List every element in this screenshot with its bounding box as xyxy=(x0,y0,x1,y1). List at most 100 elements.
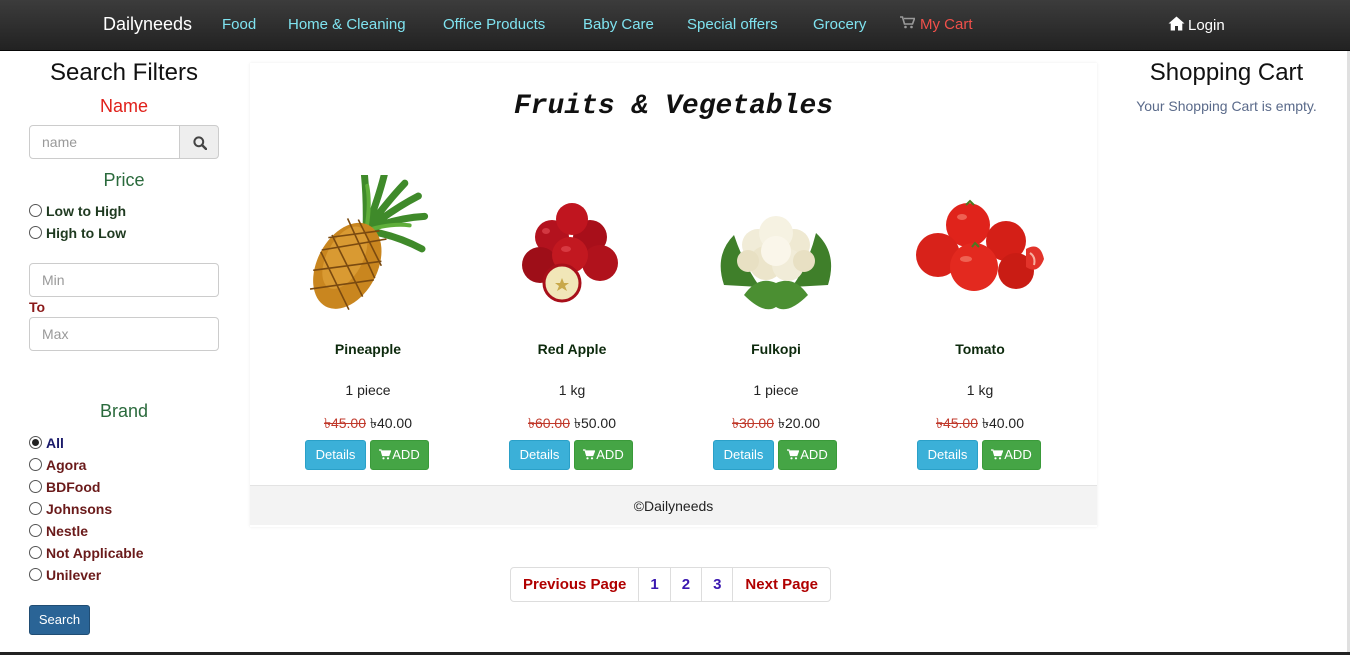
product-price: ৳30.00 ৳20.00 xyxy=(674,412,878,436)
product-card: Red Apple 1 kg ৳60.00 ৳50.00 Details ADD xyxy=(470,175,674,475)
nav-link-my-cart[interactable]: My Cart xyxy=(900,16,973,33)
cart-icon xyxy=(787,442,800,470)
current-price: ৳20.00 xyxy=(778,415,821,431)
radio-button[interactable] xyxy=(29,502,42,515)
radio-button[interactable] xyxy=(29,568,42,581)
panel-footer: ©Dailyneeds xyxy=(250,485,1097,525)
current-price: ৳40.00 xyxy=(982,415,1025,431)
min-price-input[interactable] xyxy=(29,263,219,297)
name-filter-heading: Name xyxy=(99,96,148,116)
name-search-input[interactable] xyxy=(29,125,180,159)
details-button[interactable]: Details xyxy=(305,440,366,470)
details-button[interactable]: Details xyxy=(713,440,774,470)
name-search-button[interactable] xyxy=(179,125,219,159)
nav-link-home-cleaning[interactable]: Home & Cleaning xyxy=(288,16,406,33)
old-price: ৳60.00 xyxy=(527,415,570,431)
page-link-1[interactable]: 1 xyxy=(638,568,669,601)
previous-page-link[interactable]: Previous Page xyxy=(511,568,638,601)
product-quantity: 1 piece xyxy=(753,382,799,398)
nav-link-special-offers[interactable]: Special offers xyxy=(687,16,778,33)
brand-filter-heading: Brand xyxy=(99,401,149,421)
nav-link-login[interactable]: Login xyxy=(1168,16,1225,35)
product-name[interactable]: Fulkopi xyxy=(674,341,878,357)
add-label: ADD xyxy=(392,447,420,462)
home-icon xyxy=(1168,16,1185,35)
product-price: ৳60.00 ৳50.00 xyxy=(470,412,674,436)
product-card: Pineapple 1 piece ৳45.00 ৳40.00 Details A… xyxy=(266,175,470,475)
product-quantity: 1 piece xyxy=(345,382,391,398)
page-link-2[interactable]: 2 xyxy=(669,568,701,601)
cart-icon xyxy=(583,442,596,470)
radio-button[interactable] xyxy=(29,524,42,537)
product-quantity: 1 kg xyxy=(558,382,586,398)
product-quantity: 1 kg xyxy=(966,382,994,398)
brand-logo-link[interactable]: Dailyneeds xyxy=(103,14,192,35)
my-cart-label: My Cart xyxy=(920,16,973,33)
product-name[interactable]: Pineapple xyxy=(266,341,470,357)
brand-option-label: BDFood xyxy=(46,479,101,495)
page-link-3[interactable]: 3 xyxy=(701,568,732,601)
search-button[interactable]: Search xyxy=(29,605,90,635)
search-filters-title: Search Filters xyxy=(49,59,199,86)
old-price: ৳45.00 xyxy=(935,415,978,431)
product-panel: Fruits & Vegetables Pineapple 1 piece ৳4… xyxy=(250,63,1097,527)
brand-option-label: Johnsons xyxy=(46,501,113,517)
cart-icon xyxy=(379,442,392,470)
top-navbar: Dailyneeds Food Home & Cleaning Office P… xyxy=(0,0,1350,51)
nav-link-food[interactable]: Food xyxy=(222,16,256,33)
radio-button[interactable] xyxy=(29,226,42,239)
price-filter-heading: Price xyxy=(103,170,145,190)
radio-button[interactable] xyxy=(29,480,42,493)
nav-link-baby-care[interactable]: Baby Care xyxy=(583,16,654,33)
search-filters-sidebar: Search Filters Name Price Low to High Hi… xyxy=(0,51,248,652)
next-page-link[interactable]: Next Page xyxy=(732,568,830,601)
current-price: ৳40.00 xyxy=(370,415,413,431)
brand-option-label: All xyxy=(46,435,64,451)
shopping-cart-icon xyxy=(900,16,916,33)
cauliflower-image[interactable] xyxy=(704,175,848,329)
add-to-cart-button[interactable]: ADD xyxy=(982,440,1041,470)
name-search-group xyxy=(29,125,219,159)
old-price: ৳45.00 xyxy=(323,415,366,431)
radio-button[interactable] xyxy=(29,458,42,471)
add-label: ADD xyxy=(596,447,624,462)
tomato-image[interactable] xyxy=(908,175,1052,329)
radio-button[interactable] xyxy=(29,546,42,559)
radio-button[interactable] xyxy=(29,204,42,217)
brand-option-label: Unilever xyxy=(46,567,102,583)
product-card: Tomato 1 kg ৳45.00 ৳40.00 Details ADD xyxy=(878,175,1082,475)
red-apple-image[interactable] xyxy=(500,175,644,329)
add-label: ADD xyxy=(800,447,828,462)
current-price: ৳50.00 xyxy=(574,415,617,431)
brand-option-label: Not Applicable xyxy=(46,545,144,561)
add-to-cart-button[interactable]: ADD xyxy=(370,440,429,470)
pineapple-image[interactable] xyxy=(296,175,440,329)
product-price: ৳45.00 ৳40.00 xyxy=(878,412,1082,436)
product-name[interactable]: Red Apple xyxy=(470,341,674,357)
details-button[interactable]: Details xyxy=(917,440,978,470)
price-option-label: High to Low xyxy=(46,225,127,241)
radio-button-selected[interactable] xyxy=(29,436,42,449)
to-label: To xyxy=(29,299,46,315)
old-price: ৳30.00 xyxy=(731,415,774,431)
add-to-cart-button[interactable]: ADD xyxy=(778,440,837,470)
price-option-label: Low to High xyxy=(46,203,127,219)
nav-link-office-products[interactable]: Office Products xyxy=(443,16,545,33)
search-icon xyxy=(193,136,208,155)
add-to-cart-button[interactable]: ADD xyxy=(574,440,633,470)
add-label: ADD xyxy=(1004,447,1032,462)
product-name[interactable]: Tomato xyxy=(878,341,1082,357)
brand-option-label: Agora xyxy=(46,457,87,473)
brand-option-label: Nestle xyxy=(46,523,89,539)
cart-icon xyxy=(991,442,1004,470)
max-price-input[interactable] xyxy=(29,317,219,351)
cart-empty-message: Your Shopping Cart is empty. xyxy=(1136,98,1317,114)
details-button[interactable]: Details xyxy=(509,440,570,470)
product-card: Fulkopi 1 piece ৳30.00 ৳20.00 Details ADD xyxy=(674,175,878,475)
login-label: Login xyxy=(1188,17,1225,34)
product-price: ৳45.00 ৳40.00 xyxy=(266,412,470,436)
shopping-cart-title: Shopping Cart xyxy=(1149,59,1304,86)
nav-link-grocery[interactable]: Grocery xyxy=(813,16,866,33)
category-title: Fruits & Vegetables xyxy=(513,91,834,122)
pagination: Previous Page 1 2 3 Next Page xyxy=(510,567,831,602)
